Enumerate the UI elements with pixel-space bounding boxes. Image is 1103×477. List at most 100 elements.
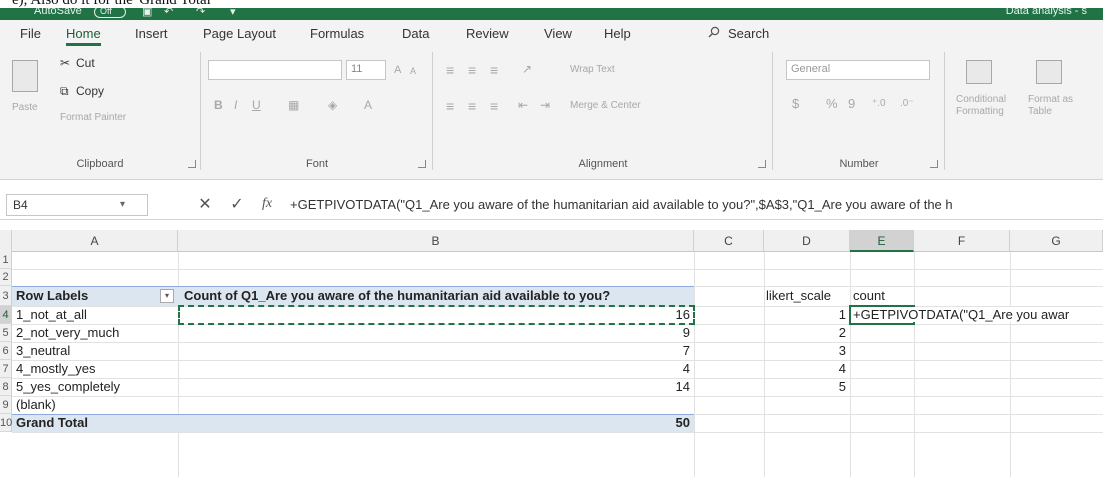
comma-button[interactable]: 9: [848, 96, 855, 111]
pivot-row-label[interactable]: 5_yes_completely: [16, 379, 120, 394]
align-center-icon[interactable]: ≡: [468, 98, 476, 114]
alignment-launcher-icon[interactable]: [758, 160, 766, 168]
tab-home[interactable]: Home: [66, 26, 101, 46]
likert-value[interactable]: 2: [766, 325, 846, 340]
row-header-7[interactable]: 7: [0, 360, 12, 378]
increase-indent-icon[interactable]: ⇥: [540, 98, 550, 112]
save-icon[interactable]: ▣: [142, 8, 152, 18]
copy-button[interactable]: Copy: [76, 84, 104, 98]
align-left-icon[interactable]: ≡: [446, 98, 454, 114]
likert-value[interactable]: 3: [766, 343, 846, 358]
tab-review[interactable]: Review: [466, 26, 509, 41]
decrease-indent-icon[interactable]: ⇤: [518, 98, 528, 112]
pivot-row-labels-header[interactable]: Row Labels: [16, 288, 88, 303]
row-header-3[interactable]: 3: [0, 286, 12, 306]
row-header-6[interactable]: 6: [0, 342, 12, 360]
likert-value[interactable]: 5: [766, 379, 846, 394]
underline-button[interactable]: U: [252, 98, 261, 112]
increase-decimal-icon[interactable]: ⁺.0: [872, 98, 886, 109]
decrease-decimal-icon[interactable]: .0⁻: [900, 98, 914, 109]
bold-button[interactable]: B: [214, 98, 223, 112]
pivot-row-value[interactable]: 7: [600, 343, 690, 358]
align-bottom-icon[interactable]: ≡: [490, 62, 498, 78]
pivot-count-header[interactable]: Count of Q1_Are you aware of the humanit…: [184, 288, 610, 303]
row-header-10[interactable]: 10: [0, 414, 12, 432]
borders-icon[interactable]: ▦: [288, 98, 299, 112]
cancel-entry-icon[interactable]: ✕: [196, 194, 214, 214]
pivot-row-value[interactable]: 9: [600, 325, 690, 340]
row-header-8[interactable]: 8: [0, 378, 12, 396]
grand-total-label[interactable]: Grand Total: [16, 415, 88, 430]
currency-button[interactable]: $: [792, 96, 799, 111]
format-as-table-icon[interactable]: [1036, 60, 1062, 84]
tab-file[interactable]: File: [20, 26, 41, 41]
clipboard-launcher-icon[interactable]: [188, 160, 196, 168]
name-box[interactable]: B4 ▾: [6, 194, 148, 216]
count-header[interactable]: count: [853, 288, 885, 303]
tab-help[interactable]: Help: [604, 26, 631, 41]
align-right-icon[interactable]: ≡: [490, 98, 498, 114]
font-size-box[interactable]: 11: [346, 60, 386, 80]
pivot-row-value[interactable]: 4: [600, 361, 690, 376]
font-name-box[interactable]: [208, 60, 342, 80]
tab-formulas[interactable]: Formulas: [310, 26, 364, 41]
pivot-row-value[interactable]: 14: [600, 379, 690, 394]
row-header-5[interactable]: 5: [0, 324, 12, 342]
number-format-box[interactable]: General: [786, 60, 930, 80]
name-box-dropdown-icon[interactable]: ▾: [120, 199, 125, 210]
column-header-d[interactable]: D: [764, 230, 850, 252]
grow-font-button[interactable]: A: [394, 64, 401, 76]
likert-value[interactable]: 4: [766, 361, 846, 376]
conditional-formatting-icon[interactable]: [966, 60, 992, 84]
pivot-row-label[interactable]: 1_not_at_all: [16, 307, 87, 322]
pivot-row-label[interactable]: 4_mostly_yes: [16, 361, 95, 376]
search-box[interactable]: Search: [728, 26, 769, 41]
column-header-a[interactable]: A: [12, 230, 178, 252]
tab-insert[interactable]: Insert: [135, 26, 168, 41]
likert-value[interactable]: 1: [766, 307, 846, 322]
font-launcher-icon[interactable]: [418, 160, 426, 168]
column-header-f[interactable]: F: [914, 230, 1010, 252]
undo-icon[interactable]: ↶: [164, 8, 173, 18]
insert-function-icon[interactable]: fx: [258, 196, 276, 212]
grand-total-value[interactable]: 50: [600, 415, 690, 430]
align-middle-icon[interactable]: ≡: [468, 62, 476, 78]
select-all-corner[interactable]: [0, 230, 12, 252]
column-header-e[interactable]: E: [850, 230, 914, 252]
column-header-g[interactable]: G: [1010, 230, 1103, 252]
autosave-toggle[interactable]: Off: [94, 8, 126, 18]
redo-icon[interactable]: ↷: [196, 8, 205, 18]
number-launcher-icon[interactable]: [930, 160, 938, 168]
likert-scale-header[interactable]: likert_scale: [766, 288, 831, 303]
row-header-2[interactable]: 2: [0, 269, 12, 286]
format-as-table-button[interactable]: Format as Table: [1028, 94, 1088, 118]
fill-color-icon[interactable]: ◈: [328, 98, 337, 112]
tab-view[interactable]: View: [544, 26, 572, 41]
shrink-font-button[interactable]: A: [410, 66, 416, 76]
font-color-icon[interactable]: A: [364, 98, 372, 112]
row-header-4[interactable]: 4: [0, 306, 12, 324]
row-header-9[interactable]: 9: [0, 396, 12, 414]
copy-icon[interactable]: ⧉: [60, 84, 69, 99]
orientation-icon[interactable]: ↗: [522, 62, 532, 76]
column-header-c[interactable]: C: [694, 230, 764, 252]
customize-qat-icon[interactable]: ▾: [230, 8, 236, 18]
pivot-row-label[interactable]: (blank): [16, 397, 56, 412]
cut-button[interactable]: Cut: [76, 56, 95, 70]
row-header-1[interactable]: 1: [0, 252, 12, 269]
paste-button[interactable]: Paste: [12, 102, 38, 113]
column-header-b[interactable]: B: [178, 230, 694, 252]
pivot-row-label[interactable]: 3_neutral: [16, 343, 70, 358]
align-top-icon[interactable]: ≡: [446, 62, 454, 78]
formula-input[interactable]: +GETPIVOTDATA("Q1_Are you aware of the h…: [290, 197, 953, 212]
cut-icon[interactable]: ✂: [60, 56, 70, 70]
search-icon[interactable]: [708, 26, 720, 38]
paste-icon[interactable]: [12, 60, 38, 92]
tab-page-layout[interactable]: Page Layout: [203, 26, 276, 41]
percent-button[interactable]: %: [826, 96, 838, 111]
pivot-row-label[interactable]: 2_not_very_much: [16, 325, 119, 340]
italic-button[interactable]: I: [234, 98, 237, 112]
active-cell-formula[interactable]: +GETPIVOTDATA("Q1_Are you awar: [853, 307, 1072, 322]
format-painter-button[interactable]: Format Painter: [60, 112, 126, 123]
tab-data[interactable]: Data: [402, 26, 429, 41]
